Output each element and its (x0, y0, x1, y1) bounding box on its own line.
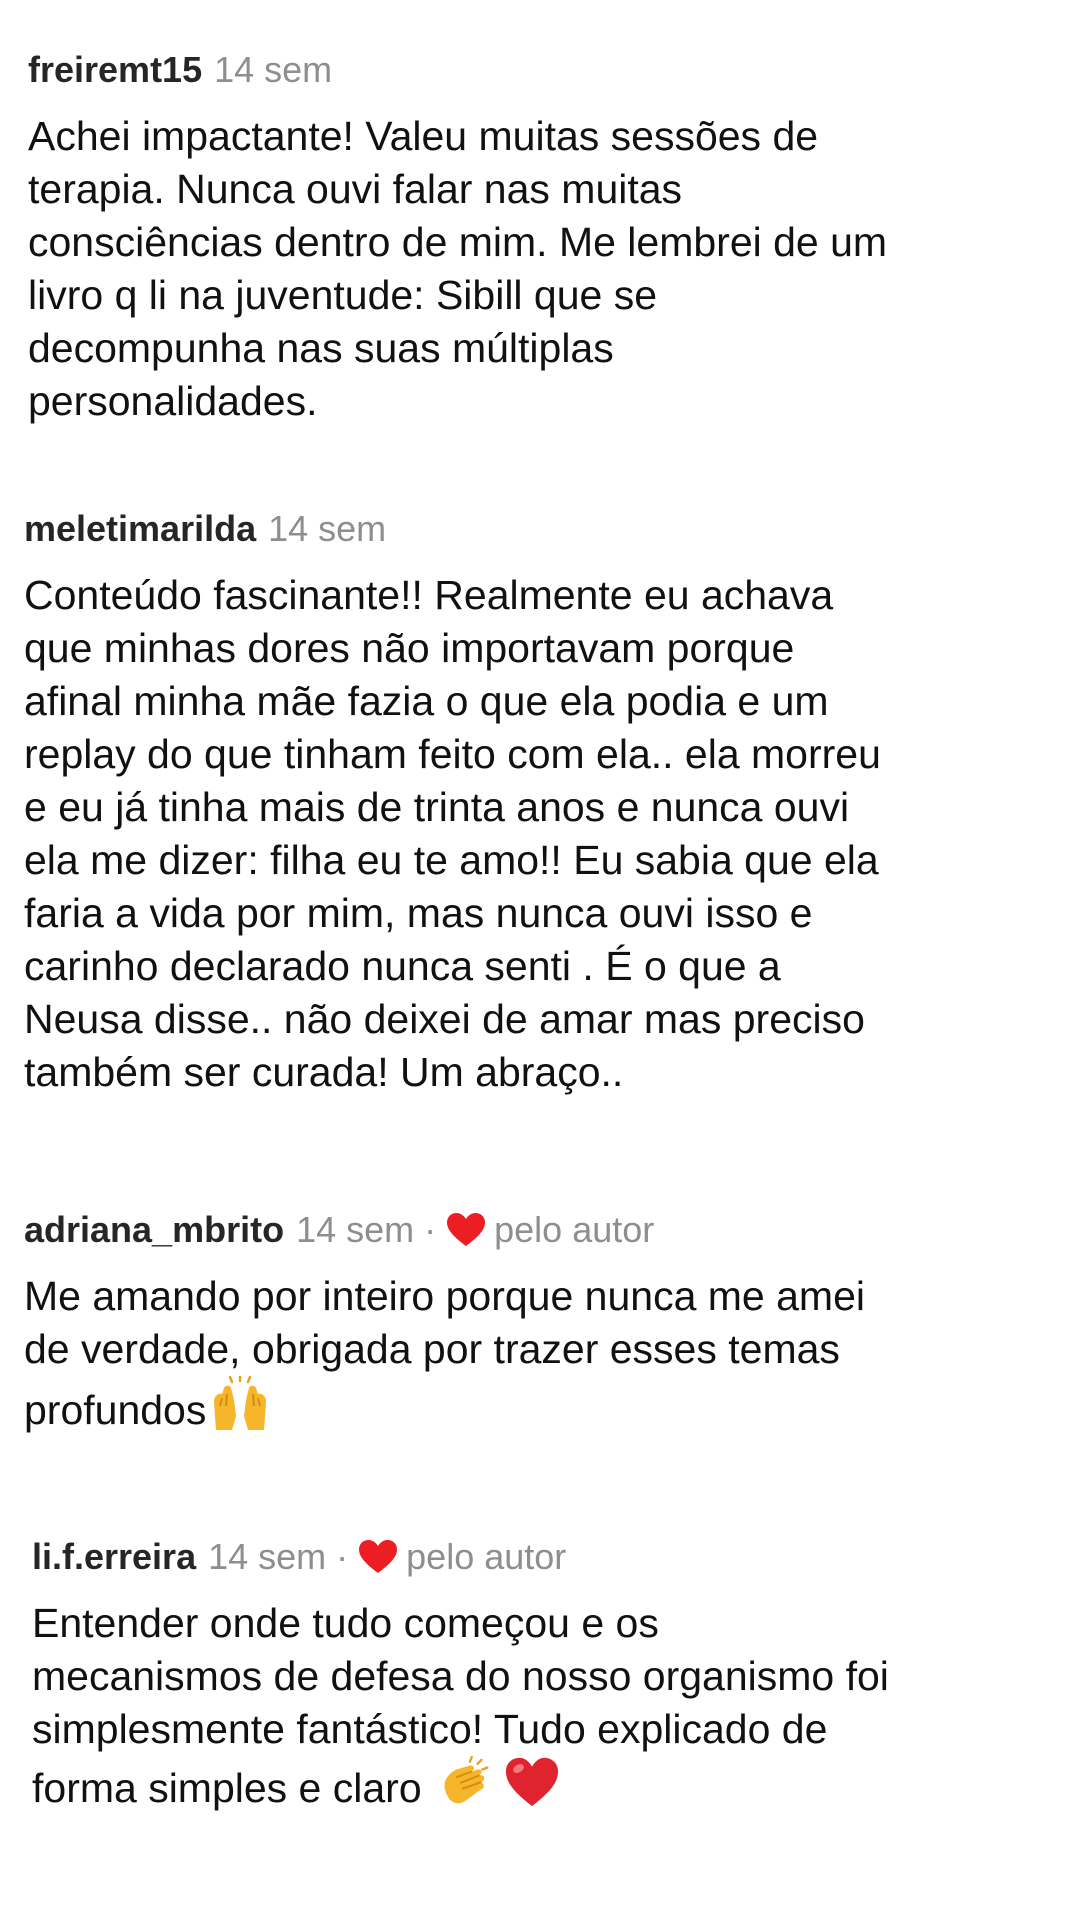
comment-username[interactable]: meletimarilda (24, 507, 256, 551)
comment-username[interactable]: adriana_mbrito (24, 1208, 284, 1252)
meta-separator: · (424, 1209, 437, 1250)
comment-header: meletimarilda 14 sem (0, 507, 1080, 551)
clapping-hands-emoji (437, 1755, 495, 1823)
comment-timestamp: 14 sem (296, 1209, 415, 1250)
meta-separator: · (336, 1536, 349, 1577)
comment-item: meletimarilda 14 sem Conteúdo fascinante… (0, 507, 1080, 1099)
comment-username[interactable]: freiremt15 (28, 48, 202, 92)
heart-icon (358, 1539, 398, 1575)
comment-text: Me amando por inteiro porque nunca me am… (0, 1270, 1080, 1445)
comment-item: li.f.erreira 14 sem · pelo autor Entende… (0, 1535, 1080, 1823)
comment-text: Entender onde tudo começou e os mecanism… (0, 1597, 1080, 1823)
comment-header: freiremt15 14 sem (0, 48, 1080, 92)
comment-timestamp: 14 sem (214, 49, 333, 90)
liked-by-author-label: pelo autor (406, 1536, 567, 1577)
heart-icon (446, 1212, 486, 1248)
comment-text: Achei impactante! Valeu muitas sessões d… (28, 113, 888, 424)
comment-header: adriana_mbrito 14 sem · pelo autor (0, 1208, 1080, 1252)
comment-text: Conteúdo fascinante!! Realmente eu achav… (24, 572, 881, 1095)
raising-hands-emoji (210, 1374, 270, 1445)
comment-timestamp: 14 sem (268, 508, 387, 549)
comment-username[interactable]: li.f.erreira (32, 1535, 196, 1579)
comment-timestamp: 14 sem (208, 1536, 327, 1577)
comment-text-body: Me amando por inteiro porque nunca me am… (24, 1273, 865, 1433)
comment-header: li.f.erreira 14 sem · pelo autor (0, 1535, 1080, 1579)
liked-by-author-label: pelo autor (494, 1209, 655, 1250)
comment-item: freiremt15 14 sem Achei impactante! Vale… (0, 48, 1080, 428)
red-heart-emoji (503, 1756, 561, 1823)
comment-item: adriana_mbrito 14 sem · pelo autor Me am… (0, 1208, 1080, 1445)
